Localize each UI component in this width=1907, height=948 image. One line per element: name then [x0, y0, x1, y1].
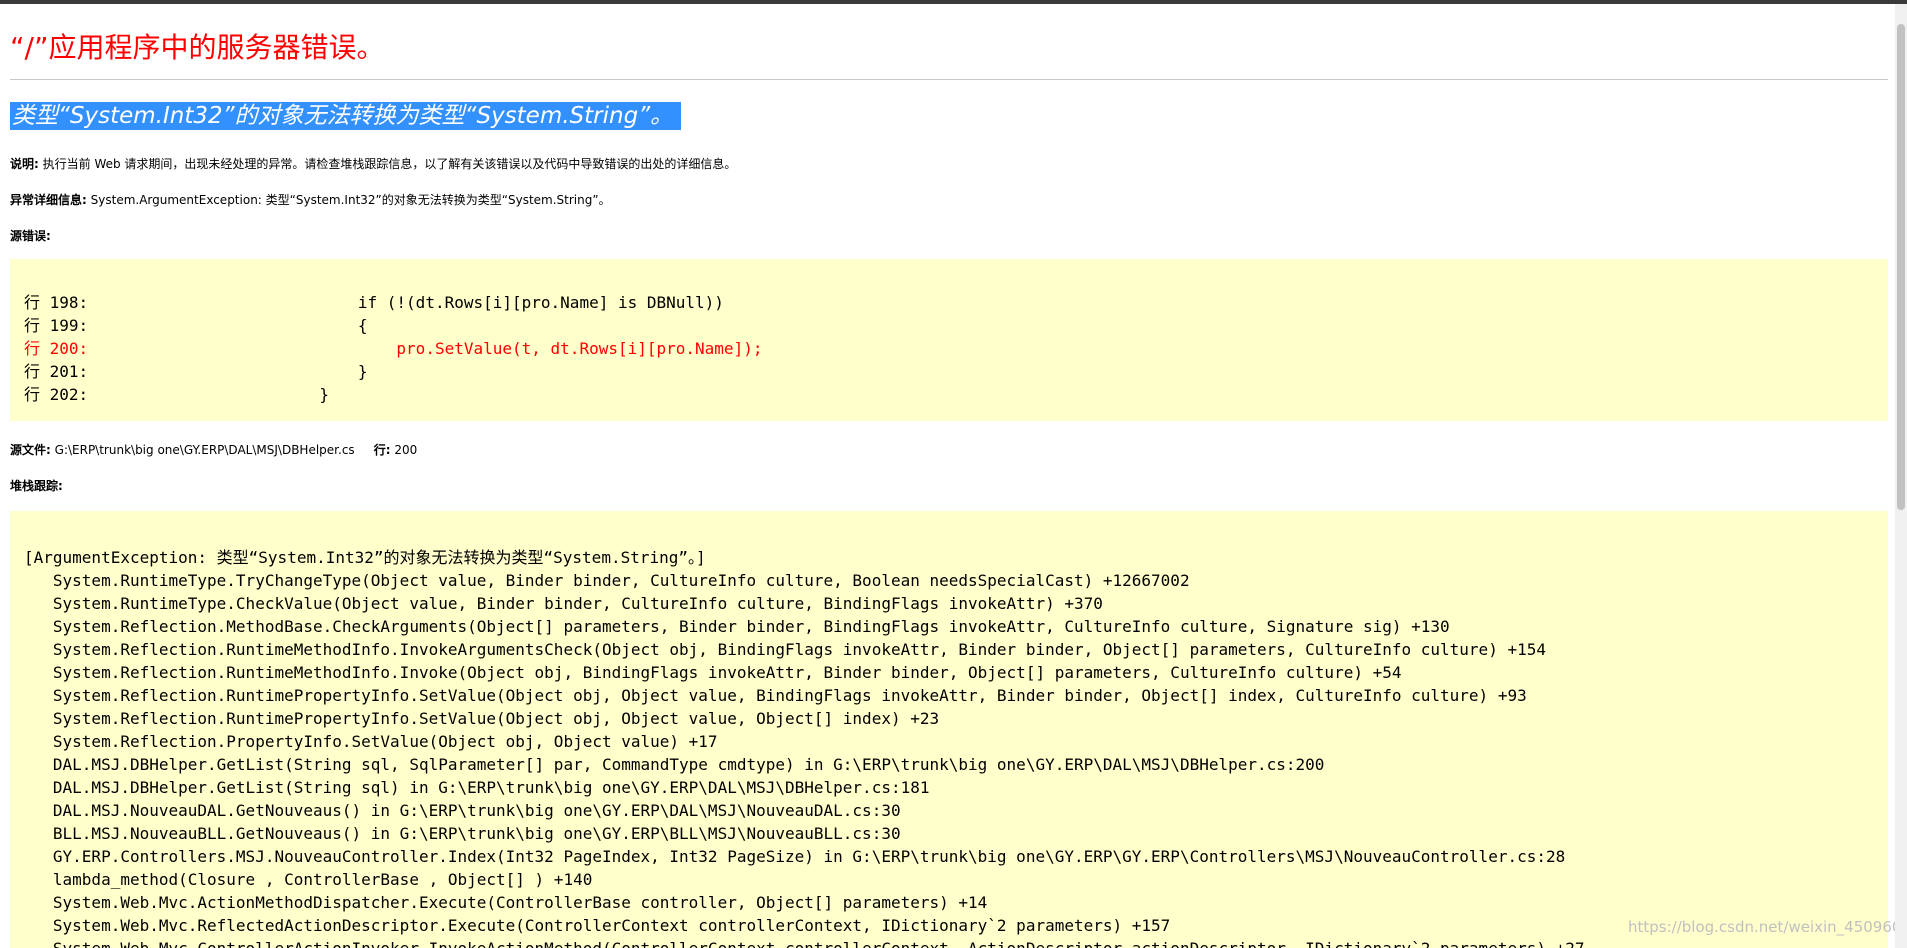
- description-line: 说明: 执行当前 Web 请求期间，出现未经处理的异常。请检查堆栈跟踪信息，以了…: [10, 155, 736, 172]
- source-file-path: G:\ERP\trunk\big one\GY.ERP\DAL\MSJ\DBHe…: [54, 443, 355, 457]
- source-error-label: 源错误:: [10, 229, 51, 243]
- stack-line: System.Reflection.RuntimePropertyInfo.Se…: [24, 686, 1527, 705]
- stack-line: GY.ERP.Controllers.MSJ.NouveauController…: [24, 847, 1566, 866]
- source-line: 行 202: }: [24, 385, 329, 404]
- stack-line: [ArgumentException: 类型“System.Int32”的对象无…: [24, 548, 706, 567]
- vertical-scrollbar[interactable]: [1895, 4, 1907, 948]
- description-label: 说明:: [10, 157, 39, 171]
- exception-details-label: 异常详细信息:: [10, 193, 87, 207]
- source-line: 行 198: if (!(dt.Rows[i][pro.Name] is DBN…: [24, 293, 724, 312]
- stack-line: System.Web.Mvc.ReflectedActionDescriptor…: [24, 916, 1171, 935]
- stack-line: System.RuntimeType.TryChangeType(Object …: [24, 571, 1190, 590]
- stack-line: System.Reflection.RuntimeMethodInfo.Invo…: [24, 640, 1546, 659]
- stack-line: System.Reflection.PropertyInfo.SetValue(…: [24, 732, 718, 751]
- stack-line: DAL.MSJ.NouveauDAL.GetNouveaus() in G:\E…: [24, 801, 901, 820]
- exception-details-text: System.ArgumentException: 类型“System.Int3…: [90, 193, 611, 207]
- window-top-border: [0, 0, 1907, 4]
- title-divider: [10, 79, 1888, 80]
- source-code-box: 行 198: if (!(dt.Rows[i][pro.Name] is DBN…: [10, 259, 1888, 421]
- source-line-highlighted: 行 200: pro.SetValue(t, dt.Rows[i][pro.Na…: [24, 339, 763, 358]
- stack-trace: [ArgumentException: 类型“System.Int32”的对象无…: [24, 546, 1585, 948]
- stack-trace-box: [ArgumentException: 类型“System.Int32”的对象无…: [10, 511, 1888, 948]
- source-line-number: 200: [394, 443, 418, 457]
- stack-line: DAL.MSJ.DBHelper.GetList(String sql, Sql…: [24, 755, 1325, 774]
- source-line: 行 201: }: [24, 362, 368, 381]
- stack-line: System.Reflection.RuntimeMethodInfo.Invo…: [24, 663, 1402, 682]
- stack-line: System.Web.Mvc.ActionMethodDispatcher.Ex…: [24, 893, 988, 912]
- error-title[interactable]: 类型“System.Int32”的对象无法转换为类型“System.String…: [10, 102, 682, 130]
- page-title: “/”应用程序中的服务器错误。: [10, 31, 385, 64]
- source-file-label: 源文件:: [10, 443, 51, 457]
- source-error-heading: 源错误:: [10, 227, 51, 244]
- watermark: https://blog.csdn.net/weixin_45096031: [1628, 918, 1907, 936]
- stack-trace-heading: 堆栈跟踪:: [10, 477, 63, 494]
- stack-line: lambda_method(Closure , ControllerBase ,…: [24, 870, 593, 889]
- stack-line: BLL.MSJ.NouveauBLL.GetNouveaus() in G:\E…: [24, 824, 901, 843]
- stack-line: System.Reflection.RuntimePropertyInfo.Se…: [24, 709, 940, 728]
- stack-line: System.RuntimeType.CheckValue(Object val…: [24, 594, 1103, 613]
- scrollbar-thumb[interactable]: [1897, 24, 1905, 510]
- source-file-line: 源文件: G:\ERP\trunk\big one\GY.ERP\DAL\MSJ…: [10, 441, 417, 458]
- stack-trace-label: 堆栈跟踪:: [10, 479, 63, 493]
- source-code: 行 198: if (!(dt.Rows[i][pro.Name] is DBN…: [24, 291, 762, 406]
- source-line-label: 行:: [373, 443, 391, 457]
- exception-details-line: 异常详细信息: System.ArgumentException: 类型“Sys…: [10, 191, 611, 208]
- stack-line: System.Web.Mvc.ControllerActionInvoker.I…: [24, 939, 1585, 948]
- source-line: 行 199: {: [24, 316, 368, 335]
- stack-line: DAL.MSJ.DBHelper.GetList(String sql) in …: [24, 778, 930, 797]
- stack-line: System.Reflection.MethodBase.CheckArgume…: [24, 617, 1450, 636]
- description-text: 执行当前 Web 请求期间，出现未经处理的异常。请检查堆栈跟踪信息，以了解有关该…: [42, 157, 737, 171]
